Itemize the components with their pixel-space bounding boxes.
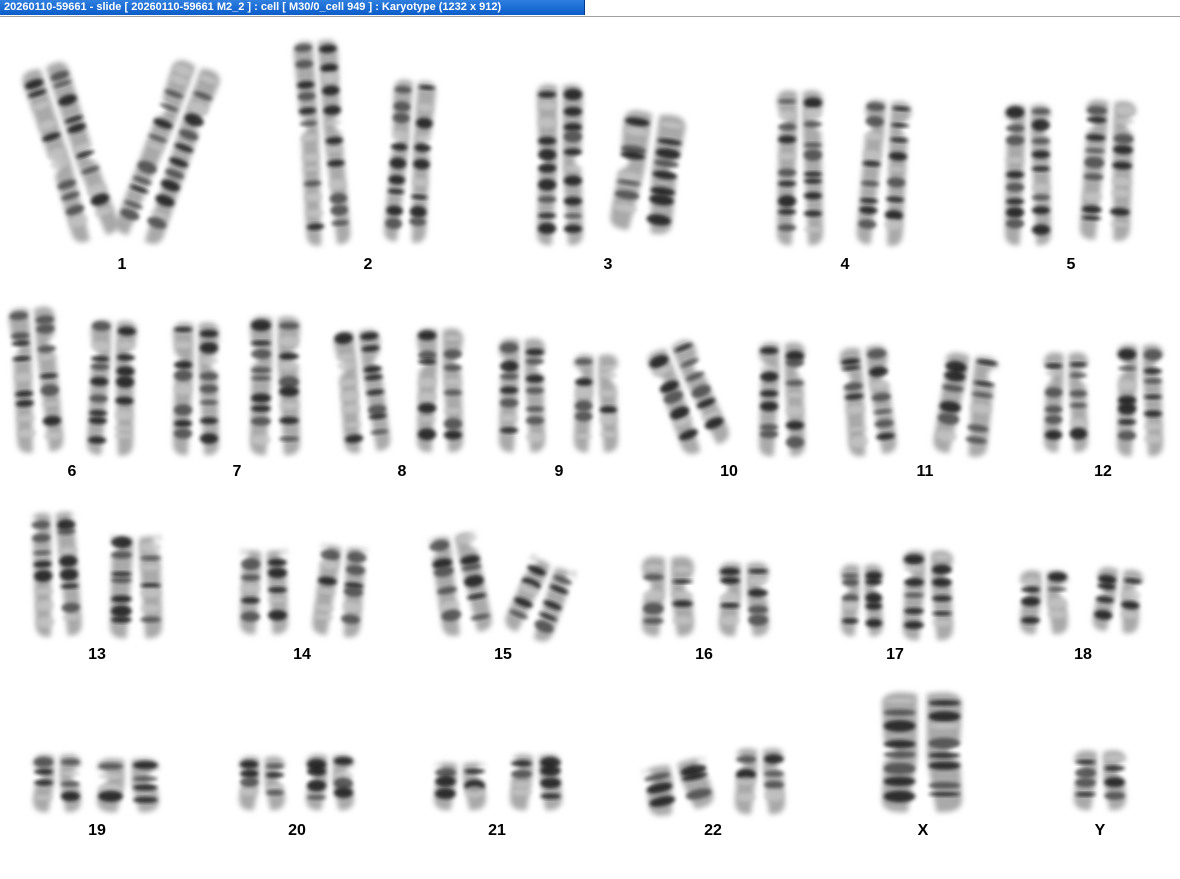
chromosome-homologue[interactable] xyxy=(839,344,898,457)
chromosome-homologue[interactable] xyxy=(113,57,223,247)
chromosome-pair-10 xyxy=(645,337,805,458)
chromosome-pair-20 xyxy=(239,754,354,811)
chromosome-label: 8 xyxy=(398,463,407,480)
chromosome-pair-16 xyxy=(642,556,769,637)
chromosome-homologue[interactable] xyxy=(642,556,694,637)
chromosome-label: 3 xyxy=(604,256,613,273)
chromosome-homologue[interactable] xyxy=(1074,750,1126,811)
chromosome-homologue[interactable] xyxy=(777,90,823,246)
chromosome-pair-3 xyxy=(537,84,687,246)
chromosome-homologue[interactable] xyxy=(1092,566,1144,634)
chromosome-homologue[interactable] xyxy=(417,328,463,453)
chromosome-label: 15 xyxy=(494,646,512,663)
chromosome-label: 20 xyxy=(288,822,306,839)
chromosome-pair-Y xyxy=(1074,750,1126,811)
chromosome-label: 13 xyxy=(88,646,106,663)
chromosome-pair-X xyxy=(882,692,962,813)
chromosome-homologue[interactable] xyxy=(719,562,769,637)
chromosome-label: 17 xyxy=(886,646,904,663)
chromosome-homologue[interactable] xyxy=(333,328,391,454)
chromosome-homologue[interactable] xyxy=(759,342,805,457)
chromosome-label: 10 xyxy=(720,463,738,480)
chromosome-pair-4 xyxy=(777,90,912,246)
chromosome-label: 12 xyxy=(1094,463,1112,480)
chromosome-homologue[interactable] xyxy=(427,530,494,638)
chromosome-homologue[interactable] xyxy=(1117,344,1163,457)
chromosome-homologue[interactable] xyxy=(33,754,81,813)
chromosome-label: X xyxy=(918,822,929,839)
chromosome-label: 2 xyxy=(364,256,373,273)
chromosome-pair-11 xyxy=(839,344,1000,458)
chromosome-label: 19 xyxy=(88,822,106,839)
chromosome-pair-12 xyxy=(1044,344,1163,457)
chromosome-pair-2 xyxy=(293,39,436,246)
title-bar: 20260110-59661 - slide [ 20260110-59661 … xyxy=(0,0,1180,17)
chromosome-pair-13 xyxy=(30,511,162,639)
karyogram-image: 1 2 3 4 56 7 8 9 10 11 1213 14 15 16 17 1819 20 21 22 X Y xyxy=(8,39,1163,839)
chromosome-label: 4 xyxy=(841,256,850,273)
chromosome-pair-7 xyxy=(173,316,300,456)
chromosome-label: 9 xyxy=(555,463,564,480)
chromosome-label: 14 xyxy=(293,646,311,663)
chromosome-homologue[interactable] xyxy=(502,553,578,645)
chromosome-label: 21 xyxy=(488,822,506,839)
chromosome-homologue[interactable] xyxy=(8,306,64,454)
chromosome-homologue[interactable] xyxy=(856,99,912,247)
chromosome-homologue[interactable] xyxy=(537,84,583,246)
chromosome-homologue[interactable] xyxy=(250,316,300,456)
chromosome-homologue[interactable] xyxy=(1005,104,1051,246)
chromosome-label: 18 xyxy=(1074,646,1092,663)
chromosome-homologue[interactable] xyxy=(97,758,159,813)
chromosome-homologue[interactable] xyxy=(30,511,82,637)
chromosome-pair-19 xyxy=(33,754,159,813)
chromosome-homologue[interactable] xyxy=(110,534,162,639)
chromosome-label: 7 xyxy=(233,463,242,480)
chromosome-label: 16 xyxy=(695,646,713,663)
chromosome-homologue[interactable] xyxy=(1020,570,1068,635)
chromosome-homologue[interactable] xyxy=(87,320,138,456)
chromosome-homologue[interactable] xyxy=(841,564,883,637)
chromosome-pair-22 xyxy=(641,748,785,819)
chromosome-homologue[interactable] xyxy=(499,338,545,453)
chromosome-pair-14 xyxy=(240,542,368,639)
chromosome-homologue[interactable] xyxy=(1044,352,1088,453)
chromosome-homologue[interactable] xyxy=(239,756,285,811)
chromosome-pair-1 xyxy=(20,57,223,247)
chromosome-homologue[interactable] xyxy=(240,548,288,635)
chromosome-label: 11 xyxy=(917,463,934,480)
chromosome-label: Y xyxy=(1095,822,1106,839)
chromosome-label: 6 xyxy=(68,463,77,480)
chromosome-homologue[interactable] xyxy=(383,79,436,243)
chromosome-pair-18 xyxy=(1020,566,1144,635)
chromosome-homologue[interactable] xyxy=(434,762,486,811)
chromosome-pair-8 xyxy=(333,328,463,454)
chromosome-homologue[interactable] xyxy=(1079,99,1136,241)
chromosome-pair-6 xyxy=(8,306,137,456)
chromosome-pair-9 xyxy=(499,338,618,453)
chromosome-homologue[interactable] xyxy=(645,337,733,458)
chromosome-homologue[interactable] xyxy=(609,109,687,236)
chromosome-pair-15 xyxy=(427,530,578,645)
chromosome-homologue[interactable] xyxy=(932,351,1000,458)
chromosome-homologue[interactable] xyxy=(173,322,219,456)
chromosome-homologue[interactable] xyxy=(882,692,962,813)
chromosome-pair-17 xyxy=(841,550,953,641)
chromosome-label: 5 xyxy=(1067,256,1076,273)
chromosome-homologue[interactable] xyxy=(735,748,785,815)
chromosome-homologue[interactable] xyxy=(293,39,351,246)
chromosome-homologue[interactable] xyxy=(20,59,121,245)
chromosome-pair-5 xyxy=(1005,99,1136,246)
chromosome-homologue[interactable] xyxy=(574,354,618,453)
window-title-tab[interactable]: 20260110-59661 - slide [ 20260110-59661 … xyxy=(0,0,585,15)
chromosome-homologue[interactable] xyxy=(510,754,562,811)
chromosome-label: 1 xyxy=(118,256,127,273)
chromosome-label: 22 xyxy=(704,822,722,839)
chromosome-homologue[interactable] xyxy=(641,756,716,819)
chromosome-homologue[interactable] xyxy=(903,550,953,641)
chromosome-homologue[interactable] xyxy=(311,542,368,639)
chromosome-homologue[interactable] xyxy=(306,754,354,811)
chromosome-pair-21 xyxy=(434,754,562,811)
